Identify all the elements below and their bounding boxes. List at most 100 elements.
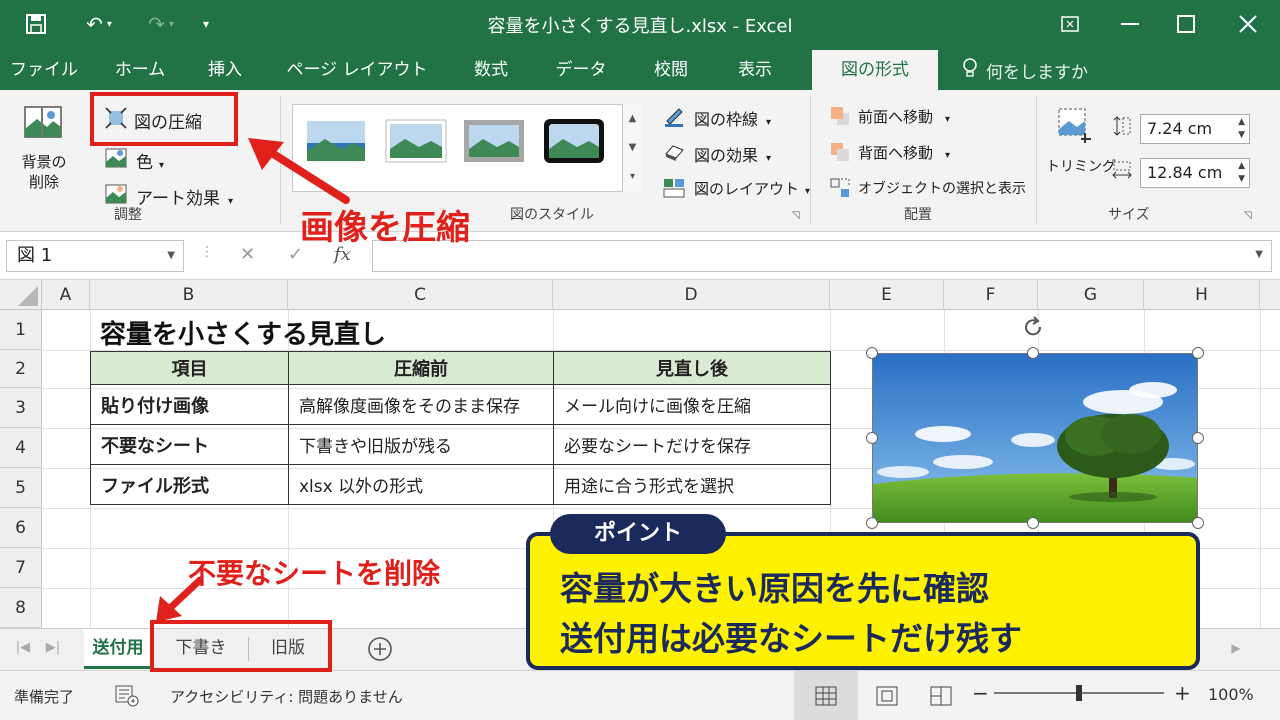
resize-handle[interactable] <box>1192 517 1204 529</box>
color-icon[interactable] <box>104 146 128 170</box>
remove-background-button[interactable]: 背景の 削除 <box>18 152 70 192</box>
table-cell[interactable]: xlsx 以外の形式 <box>288 464 554 505</box>
resize-handle[interactable] <box>866 347 878 359</box>
gallery-up-icon[interactable]: ▲ <box>623 104 642 133</box>
customize-qat-icon[interactable]: ▾ <box>196 10 216 38</box>
table-header-cell[interactable]: 圧縮前 <box>288 351 554 385</box>
sheet-tab-send[interactable]: 送付用 <box>84 629 152 669</box>
tab-data[interactable]: データ <box>540 50 622 90</box>
selection-pane-button[interactable]: オブジェクトの選択と表示 <box>858 178 1026 198</box>
style-thumb-4[interactable] <box>543 117 605 165</box>
table-header-cell[interactable]: 項目 <box>90 351 289 385</box>
send-backward-icon[interactable] <box>828 140 852 164</box>
page-break-view-icon[interactable] <box>926 683 956 709</box>
selection-pane-icon[interactable] <box>828 176 852 200</box>
table-cell[interactable]: 高解像度画像をそのまま保存 <box>288 384 554 425</box>
row-header-2[interactable]: 2 <box>0 350 42 388</box>
table-cell[interactable]: メール向けに画像を圧縮 <box>553 384 831 425</box>
tab-home[interactable]: ホーム <box>100 50 180 90</box>
table-cell[interactable]: 貼り付け画像 <box>90 384 289 425</box>
first-sheet-icon[interactable]: |◀ <box>10 629 36 669</box>
table-cell[interactable]: 用途に合う形式を選択 <box>553 464 831 505</box>
zoom-level[interactable]: 100% <box>1208 685 1254 704</box>
dialog-launcher-icon[interactable]: ◹ <box>1244 210 1252 221</box>
accessibility-status[interactable]: アクセシビリティ: 問題ありません <box>170 686 403 707</box>
gallery-scroll[interactable]: ▲ ▼ ▾ <box>622 104 642 192</box>
bring-forward-icon[interactable] <box>828 104 852 128</box>
bring-forward-button[interactable]: 前面へ移動 ▾ <box>858 106 950 127</box>
chevron-down-icon[interactable]: ▼ <box>167 241 175 271</box>
last-sheet-icon[interactable]: ▶| <box>40 629 66 669</box>
resize-handle[interactable] <box>866 517 878 529</box>
color-button[interactable]: 色 ▾ <box>136 148 164 173</box>
resize-handle[interactable] <box>866 432 878 444</box>
picture-layout-icon[interactable] <box>662 176 686 200</box>
picture-border-icon[interactable] <box>662 104 686 128</box>
resize-handle[interactable] <box>1027 347 1039 359</box>
close-icon[interactable] <box>1228 8 1268 40</box>
macro-record-icon[interactable] <box>114 683 140 709</box>
tab-review[interactable]: 校閲 <box>638 50 704 90</box>
expand-formula-icon[interactable]: ▼ <box>1255 249 1263 260</box>
tab-page-layout[interactable]: ページ レイアウト <box>272 50 442 90</box>
gallery-more-icon[interactable]: ▾ <box>623 162 642 191</box>
resize-handle[interactable] <box>1192 432 1204 444</box>
row-header-5[interactable]: 5 <box>0 468 42 508</box>
gallery-down-icon[interactable]: ▼ <box>623 133 642 162</box>
name-box[interactable]: 図 1 ▼ <box>6 240 184 272</box>
zoom-slider[interactable] <box>994 685 1164 701</box>
scroll-right-icon[interactable]: ▶ <box>1226 629 1246 669</box>
tell-me-search[interactable]: 何をしますか <box>962 58 1088 83</box>
tab-file[interactable]: ファイル <box>0 50 88 90</box>
picture-effects-icon[interactable] <box>662 140 686 164</box>
row-header-1[interactable]: 1 <box>0 310 42 350</box>
column-header-c[interactable]: C <box>288 280 553 310</box>
row-header-6[interactable]: 6 <box>0 508 42 548</box>
resize-handle[interactable] <box>1027 517 1039 529</box>
column-header-a[interactable]: A <box>42 280 90 310</box>
shape-width-input[interactable]: 12.84 cm ▲ ▼ <box>1140 158 1250 188</box>
crop-icon[interactable] <box>1054 104 1098 148</box>
column-header-f[interactable]: F <box>944 280 1038 310</box>
style-thumb-3[interactable] <box>463 117 525 165</box>
select-all-corner[interactable] <box>0 280 42 310</box>
row-header-3[interactable]: 3 <box>0 388 42 428</box>
row-header-7[interactable]: 7 <box>0 548 42 588</box>
tab-view[interactable]: 表示 <box>720 50 790 90</box>
picture-layout-button[interactable]: 図のレイアウト ▾ <box>694 178 810 199</box>
artistic-effects-icon[interactable] <box>104 182 128 206</box>
row-header-4[interactable]: 4 <box>0 428 42 468</box>
remove-background-icon[interactable] <box>22 102 64 144</box>
tab-formulas[interactable]: 数式 <box>458 50 524 90</box>
formula-input[interactable]: ▼ <box>372 240 1272 272</box>
table-cell[interactable]: 必要なシートだけを保存 <box>553 424 831 465</box>
table-cell[interactable]: 不要なシート <box>90 424 289 465</box>
column-header-g[interactable]: G <box>1038 280 1144 310</box>
column-header-h[interactable]: H <box>1144 280 1260 310</box>
ribbon-display-icon[interactable] <box>1050 8 1090 40</box>
height-spin-icon[interactable]: ▲ ▼ <box>1238 116 1245 142</box>
picture-effects-button[interactable]: 図の効果 ▾ <box>694 142 771 166</box>
table-cell[interactable]: 下書きや旧版が残る <box>288 424 554 465</box>
table-cell[interactable]: ファイル形式 <box>90 464 289 505</box>
add-sheet-icon[interactable] <box>362 629 398 669</box>
width-spin-icon[interactable]: ▲ ▼ <box>1238 160 1245 186</box>
zoom-in-button[interactable]: + <box>1174 681 1191 705</box>
normal-view-icon[interactable] <box>794 671 858 720</box>
maximize-icon[interactable] <box>1166 8 1206 40</box>
minimize-icon[interactable] <box>1110 8 1150 40</box>
artistic-effects-button[interactable]: アート効果 ▾ <box>136 184 233 209</box>
column-header-b[interactable]: B <box>90 280 288 310</box>
tab-insert[interactable]: 挿入 <box>190 50 260 90</box>
sheet-title[interactable]: 容量を小さくする見直し <box>100 314 386 351</box>
save-icon[interactable] <box>20 10 52 38</box>
cancel-icon[interactable]: ✕ <box>240 244 255 265</box>
picture-border-button[interactable]: 図の枠線 ▾ <box>694 106 771 130</box>
redo-icon[interactable]: ↷ ▾ <box>136 10 186 38</box>
tree-picture[interactable] <box>872 353 1198 523</box>
rotate-handle-icon[interactable] <box>1020 314 1046 340</box>
resize-handle[interactable] <box>1192 347 1204 359</box>
row-header-8[interactable]: 8 <box>0 588 42 628</box>
column-header-e[interactable]: E <box>830 280 944 310</box>
dialog-launcher-icon[interactable]: ◹ <box>792 210 800 221</box>
